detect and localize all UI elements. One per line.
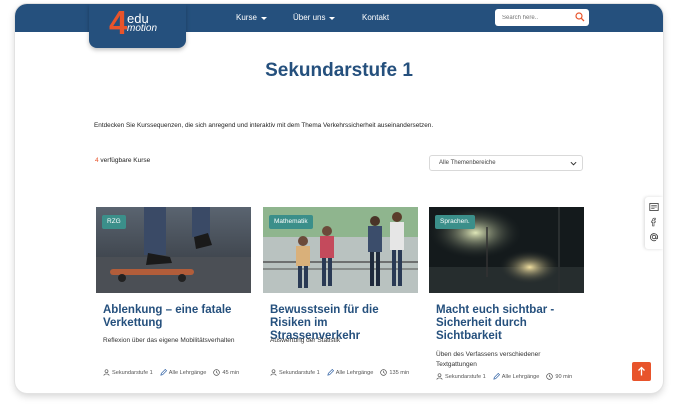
brand-logo[interactable]: 4 edu motion: [89, 4, 186, 48]
page-frame: 4 edu motion Kurse Über uns Kontakt Seku…: [15, 4, 663, 393]
level-meta: Sekundarstufe 1: [436, 373, 486, 380]
audience-meta: Alle Lehrgänge: [327, 369, 374, 376]
audience-label: Alle Lehrgänge: [168, 369, 207, 376]
chevron-down-icon: [570, 161, 577, 166]
nav-label: Über uns: [293, 13, 326, 22]
audience-meta: Alle Lehrgänge: [493, 373, 540, 380]
course-title[interactable]: Macht euch sichtbar - Sicherheit durch S…: [436, 304, 581, 343]
nav-item-kontakt[interactable]: Kontakt: [362, 13, 389, 22]
subject-tag: Sprachen.: [435, 215, 475, 229]
logo-line2: motion: [127, 23, 158, 34]
email-icon[interactable]: [649, 232, 659, 242]
logo-digit: 4: [109, 4, 128, 41]
clock-icon: [380, 369, 388, 376]
search-input[interactable]: [502, 12, 572, 23]
user-icon: [436, 373, 443, 380]
course-image: Mathematik: [263, 207, 418, 293]
nav-label: Kurse: [236, 13, 257, 22]
course-card[interactable]: Mathematik Bewusstsein für die Risiken i…: [263, 207, 418, 393]
chevron-down-icon: [260, 16, 267, 20]
course-meta: Sekundarstufe 1 Alle Lehrgänge 135 min: [270, 369, 420, 376]
subject-tag: Mathematik: [269, 215, 313, 229]
search-icon[interactable]: [575, 12, 585, 22]
level-label: Sekundarstufe 1: [279, 369, 320, 376]
newsletter-icon[interactable]: [649, 202, 659, 212]
duration-meta: 45 min: [213, 369, 239, 376]
pencil-icon: [493, 373, 500, 380]
course-subtitle: Auswertung der Statistik: [270, 337, 341, 344]
duration-meta: 90 min: [546, 373, 572, 380]
course-subtitle: Reflexion über das eigene Mobilitätsverh…: [103, 337, 235, 344]
clock-icon: [213, 369, 221, 376]
page-title: Sekundarstufe 1: [265, 60, 413, 81]
level-label: Sekundarstufe 1: [445, 373, 486, 380]
audience-meta: Alle Lehrgänge: [160, 369, 207, 376]
duration-label: 135 min: [389, 369, 410, 376]
topic-filter-select[interactable]: Alle Themenbereiche: [429, 155, 583, 171]
course-image: Sprachen.: [429, 207, 584, 293]
audience-label: Alle Lehrgänge: [335, 369, 374, 376]
intro-text: Entdecken Sie Kurssequenzen, die sich an…: [94, 122, 434, 129]
course-subtitle: Üben des Verfassens verschiedener Textga…: [436, 351, 541, 368]
nav-label: Kontakt: [362, 13, 390, 22]
user-icon: [270, 369, 277, 376]
duration-label: 45 min: [222, 369, 240, 376]
course-meta: Sekundarstufe 1 Alle Lehrgänge 90 min: [436, 373, 586, 380]
course-count-label: verfügbare Kurse: [98, 157, 151, 164]
course-meta: Sekundarstufe 1 Alle Lehrgänge 45 min: [103, 369, 253, 376]
search-box: [495, 9, 589, 26]
level-label: Sekundarstufe 1: [112, 369, 153, 376]
user-icon: [103, 369, 110, 376]
pencil-icon: [160, 369, 167, 376]
duration-label: 90 min: [555, 373, 573, 380]
chevron-down-icon: [329, 16, 336, 20]
nav-item-ueber-uns[interactable]: Über uns: [293, 13, 336, 22]
scroll-top-button[interactable]: [632, 362, 651, 381]
facebook-icon[interactable]: [649, 217, 659, 227]
level-meta: Sekundarstufe 1: [103, 369, 153, 376]
course-card[interactable]: Sprachen. Macht euch sichtbar - Sicherhe…: [429, 207, 584, 393]
arrow-up-icon: [638, 366, 645, 376]
nav-item-kurse[interactable]: Kurse: [236, 13, 267, 22]
duration-meta: 135 min: [380, 369, 409, 376]
course-title[interactable]: Ablenkung – eine fatale Verkettung: [103, 304, 248, 330]
course-image: RZG: [96, 207, 251, 293]
filter-selected-value: Alle Themenbereiche: [439, 160, 496, 166]
side-share-bar: [645, 197, 663, 249]
level-meta: Sekundarstufe 1: [270, 369, 320, 376]
course-count: 4 verfügbare Kurse: [95, 157, 150, 164]
audience-label: Alle Lehrgänge: [501, 373, 540, 380]
clock-icon: [546, 373, 554, 380]
pencil-icon: [327, 369, 334, 376]
course-card[interactable]: RZG Ablenkung – eine fatale Verkettung R…: [96, 207, 251, 393]
subject-tag: RZG: [102, 215, 126, 229]
